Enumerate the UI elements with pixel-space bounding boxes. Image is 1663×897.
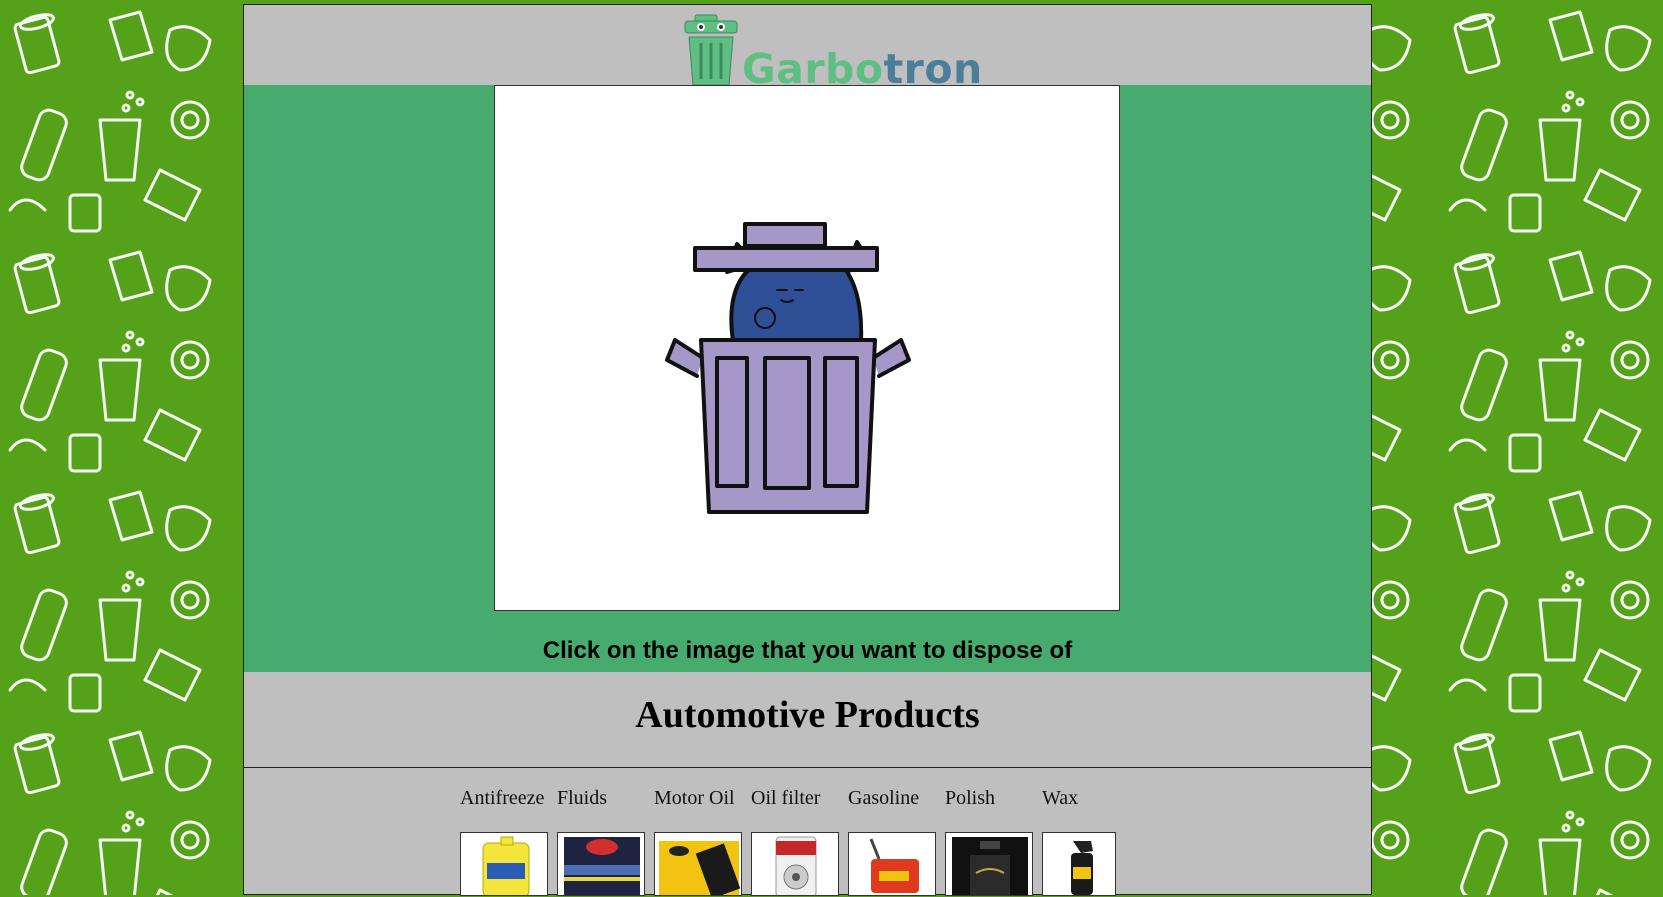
hero-section: Click on the image that you want to disp…: [244, 85, 1371, 672]
hero-image-frame: [494, 85, 1120, 611]
product-label: Fluids: [557, 787, 608, 809]
product-antifreeze[interactable]: Antifreeze: [460, 787, 560, 896]
hero-caption: Click on the image that you want to disp…: [542, 637, 1073, 664]
motor-oil-bottle-icon[interactable]: [654, 832, 742, 896]
site-header: Garbotron: [244, 5, 1371, 93]
product-wax[interactable]: Wax: [1042, 787, 1142, 896]
fluid-bottle-icon[interactable]: [557, 832, 645, 896]
product-gasoline[interactable]: Gasoline: [848, 787, 948, 896]
product-polish[interactable]: Polish: [945, 787, 1045, 896]
product-label: Gasoline: [848, 787, 920, 809]
oil-filter-icon[interactable]: [751, 832, 839, 896]
section-title: Automotive Products: [635, 694, 980, 736]
product-motor-oil[interactable]: Motor Oil: [654, 787, 754, 896]
wax-spray-icon[interactable]: [1042, 832, 1116, 896]
trash-bin-monster-icon: [665, 222, 911, 514]
product-label: Motor Oil: [654, 787, 735, 809]
section-divider: [244, 767, 1371, 768]
product-label: Polish: [945, 787, 996, 809]
product-fluids[interactable]: Fluids: [557, 787, 657, 896]
antifreeze-jug-icon[interactable]: [460, 832, 548, 896]
main-panel: Garbotron Click on the image that you wa…: [243, 4, 1372, 896]
product-label: Oil filter: [751, 787, 821, 809]
product-oil-filter[interactable]: Oil filter: [751, 787, 851, 896]
gas-can-icon[interactable]: [848, 832, 936, 896]
product-label: Wax: [1042, 787, 1079, 809]
product-label: Antifreeze: [460, 787, 545, 809]
polish-bottle-icon[interactable]: [945, 832, 1033, 896]
